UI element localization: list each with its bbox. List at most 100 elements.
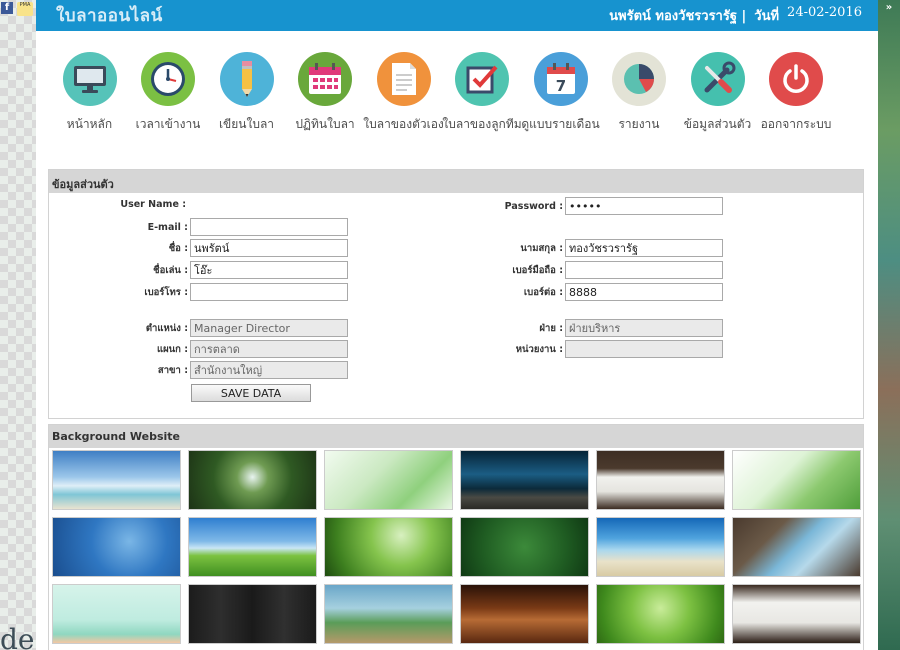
calendar-day-icon: 7 bbox=[533, 52, 588, 106]
division-label: ฝ่าย : bbox=[539, 322, 563, 334]
background-thumbnail-waterfall-forest[interactable] bbox=[188, 450, 317, 510]
app-title: ใบลาออนไลน์ bbox=[56, 6, 163, 26]
phone-field[interactable] bbox=[190, 283, 348, 301]
save-data-button[interactable]: SAVE DATA bbox=[191, 384, 311, 402]
division-field bbox=[565, 319, 723, 337]
background-thumbnail-green-bokeh-leaves[interactable] bbox=[596, 584, 725, 644]
profile-panel: ข้อมูลส่วนตัว User Name : Password : E-m… bbox=[48, 169, 864, 419]
monitor-icon bbox=[62, 52, 117, 106]
background-panel-title: Background Website bbox=[49, 425, 863, 448]
lastname-field[interactable] bbox=[565, 239, 723, 257]
background-thumbnail-desk-laptop[interactable] bbox=[596, 450, 725, 510]
svg-text:7: 7 bbox=[555, 77, 565, 95]
menu-item-check-in[interactable]: เวลาเข้างาน bbox=[131, 52, 206, 171]
checkbox-icon bbox=[455, 52, 509, 106]
branch-field bbox=[190, 361, 348, 379]
menu-item-label: รายงาน bbox=[618, 117, 660, 131]
position-field bbox=[190, 319, 348, 337]
calendar-icon bbox=[298, 52, 352, 106]
background-thumbnail-green-light[interactable] bbox=[324, 450, 453, 510]
phone-row: เบอร์โทร : bbox=[49, 283, 348, 301]
mobile-label: เบอร์มือถือ : bbox=[512, 264, 563, 276]
menu-item-logout[interactable]: ออกจากระบบ bbox=[759, 52, 834, 171]
background-thumbnail-water-drops[interactable] bbox=[52, 517, 181, 577]
username-row: User Name : bbox=[49, 199, 190, 210]
division-row: ฝ่าย : bbox=[449, 319, 723, 337]
background-thumbnail-sprouts[interactable] bbox=[324, 517, 453, 577]
unit-field bbox=[565, 340, 723, 358]
ext-field[interactable] bbox=[565, 283, 723, 301]
right-decoration: » bbox=[878, 0, 900, 650]
menu-item-report[interactable]: รายงาน bbox=[602, 52, 677, 171]
firstname-label: ชื่อ : bbox=[168, 242, 188, 254]
facebook-icon[interactable]: f bbox=[1, 2, 13, 14]
password-label: Password : bbox=[504, 200, 563, 212]
pie-chart-icon bbox=[612, 52, 666, 106]
ext-label: เบอร์ต่อ : bbox=[523, 286, 563, 298]
main-menu: หน้าหลัก เวลาเข้างาน เขียนใบลา ปฏิทินใบล… bbox=[36, 31, 878, 171]
header-bar: ใบลาออนไลน์ นพรัตน์ ทองวัชรวรารัฐ | วันท… bbox=[36, 0, 878, 31]
password-field[interactable] bbox=[565, 197, 723, 215]
power-icon bbox=[769, 52, 823, 106]
background-thumbnail-green-leaves[interactable] bbox=[732, 450, 861, 510]
clock-icon bbox=[141, 52, 195, 106]
menu-item-profile[interactable]: ข้อมูลส่วนตัว bbox=[680, 52, 755, 171]
background-thumbnail-dark-wood[interactable] bbox=[188, 584, 317, 644]
phone-label: เบอร์โทร : bbox=[144, 286, 188, 298]
menu-item-label: ดูแบบรายเดือน bbox=[521, 117, 600, 131]
profile-panel-title: ข้อมูลส่วนตัว bbox=[49, 170, 863, 193]
current-user-name: นพรัตน์ ทองวัชรวรารัฐ | bbox=[609, 9, 747, 24]
background-thumbnail-bokeh-wood[interactable] bbox=[460, 450, 589, 510]
background-thumbnail-green-texture[interactable] bbox=[460, 517, 589, 577]
menu-item-label: เวลาเข้างาน bbox=[135, 117, 201, 131]
menu-item-label: ใบลาของตัวเอง bbox=[363, 117, 444, 131]
background-panel: Background Website bbox=[48, 424, 864, 650]
background-thumbnail-wood-lights[interactable] bbox=[460, 584, 589, 644]
double-chevron-right-icon[interactable]: » bbox=[878, 0, 900, 13]
menu-item-leave-calendar[interactable]: ปฏิทินใบลา bbox=[288, 52, 363, 171]
menu-item-label: ข้อมูลส่วนตัว bbox=[683, 117, 752, 131]
ext-row: เบอร์ต่อ : bbox=[449, 283, 723, 301]
menu-item-write-leave[interactable]: เขียนใบลา bbox=[209, 52, 284, 171]
department-row: แผนก : bbox=[49, 340, 348, 358]
background-thumbnail-desk-papers[interactable] bbox=[732, 584, 861, 644]
firstname-field[interactable] bbox=[190, 239, 348, 257]
menu-item-team-leaves[interactable]: ใบลาของลูกทีม bbox=[442, 52, 522, 171]
menu-item-label: หน้าหลัก bbox=[66, 117, 113, 131]
current-date: 24-02-2016 bbox=[787, 5, 862, 20]
tools-icon bbox=[690, 52, 745, 106]
menu-item-home[interactable]: หน้าหลัก bbox=[52, 52, 127, 171]
nickname-row: ชื่อเล่น : bbox=[49, 261, 348, 279]
department-field bbox=[190, 340, 348, 358]
position-label: ตำแหน่ง : bbox=[145, 322, 188, 334]
mobile-row: เบอร์มือถือ : bbox=[449, 261, 723, 279]
branch-row: สาขา : bbox=[49, 361, 348, 379]
background-thumbnail-tropical-beach[interactable] bbox=[596, 517, 725, 577]
pma-icon[interactable]: PMA bbox=[17, 2, 33, 16]
background-thumbnail-desk-tablet[interactable] bbox=[732, 517, 861, 577]
background-thumbnail-floating-islands[interactable] bbox=[324, 584, 453, 644]
email-row: E-mail : bbox=[49, 218, 348, 236]
email-label: E-mail : bbox=[147, 221, 188, 233]
nickname-field[interactable] bbox=[190, 261, 348, 279]
username-label: User Name : bbox=[120, 199, 186, 210]
menu-item-label: เขียนใบลา bbox=[218, 117, 275, 131]
lastname-row: นามสกุล : bbox=[449, 239, 723, 257]
branch-label: สาขา : bbox=[157, 364, 188, 376]
menu-item-label: ใบลาของลูกทีม bbox=[442, 117, 522, 131]
unit-label: หน่วยงาน : bbox=[515, 343, 563, 355]
email-field[interactable] bbox=[190, 218, 348, 236]
background-thumbnail-spring-illustration[interactable] bbox=[52, 584, 181, 644]
nickname-label: ชื่อเล่น : bbox=[153, 264, 188, 276]
password-row: Password : bbox=[449, 197, 723, 215]
background-text-fragment: de bbox=[0, 623, 35, 650]
mobile-field[interactable] bbox=[565, 261, 723, 279]
app-window: ใบลาออนไลน์ นพรัตน์ ทองวัชรวรารัฐ | วันท… bbox=[36, 0, 878, 650]
menu-item-monthly-view[interactable]: 7 ดูแบบรายเดือน bbox=[521, 52, 600, 171]
menu-item-my-leaves[interactable]: ใบลาของตัวเอง bbox=[363, 52, 444, 171]
background-thumbnail-beach-sky[interactable] bbox=[52, 450, 181, 510]
menu-item-label: ปฏิทินใบลา bbox=[295, 117, 355, 131]
position-row: ตำแหน่ง : bbox=[49, 319, 348, 337]
background-thumbnail-green-meadow[interactable] bbox=[188, 517, 317, 577]
lastname-label: นามสกุล : bbox=[520, 242, 563, 254]
